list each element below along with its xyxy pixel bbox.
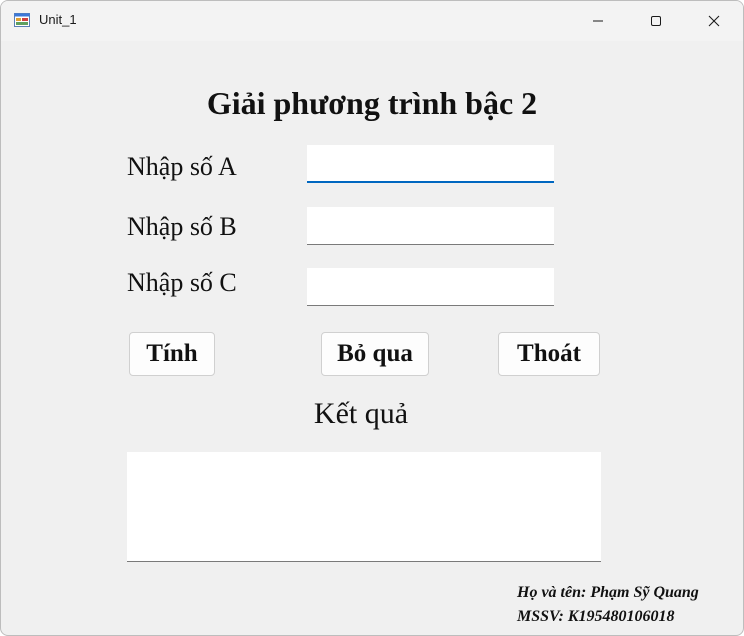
input-a[interactable] — [307, 145, 554, 183]
label-b: Nhập số B — [127, 212, 237, 241]
app-window: Unit_1 Giải phương trình bậc 2 Nhập số A… — [0, 0, 744, 636]
student-id: MSSV: K195480106018 — [517, 608, 675, 625]
result-label: Kết quả — [313, 397, 409, 430]
label-c: Nhập số C — [127, 268, 237, 297]
minimize-icon — [593, 20, 603, 22]
maximize-icon — [651, 16, 661, 26]
exit-button[interactable]: Thoát — [498, 332, 600, 376]
minimize-button[interactable] — [569, 1, 627, 41]
form-heading: Giải phương trình bậc 2 — [206, 85, 538, 121]
input-c[interactable] — [307, 268, 554, 306]
app-icon — [14, 13, 30, 27]
author-name: Họ và tên: Phạm Sỹ Quang — [517, 584, 699, 601]
calculate-button[interactable]: Tính — [129, 332, 215, 376]
label-a: Nhập số A — [127, 152, 237, 181]
window-title: Unit_1 — [39, 12, 77, 27]
title-bar[interactable]: Unit_1 — [1, 1, 743, 41]
close-button[interactable] — [685, 1, 743, 41]
close-icon — [708, 15, 720, 27]
input-b[interactable] — [307, 207, 554, 245]
result-output[interactable] — [127, 452, 601, 562]
skip-button[interactable]: Bỏ qua — [321, 332, 429, 376]
maximize-button[interactable] — [627, 1, 685, 41]
